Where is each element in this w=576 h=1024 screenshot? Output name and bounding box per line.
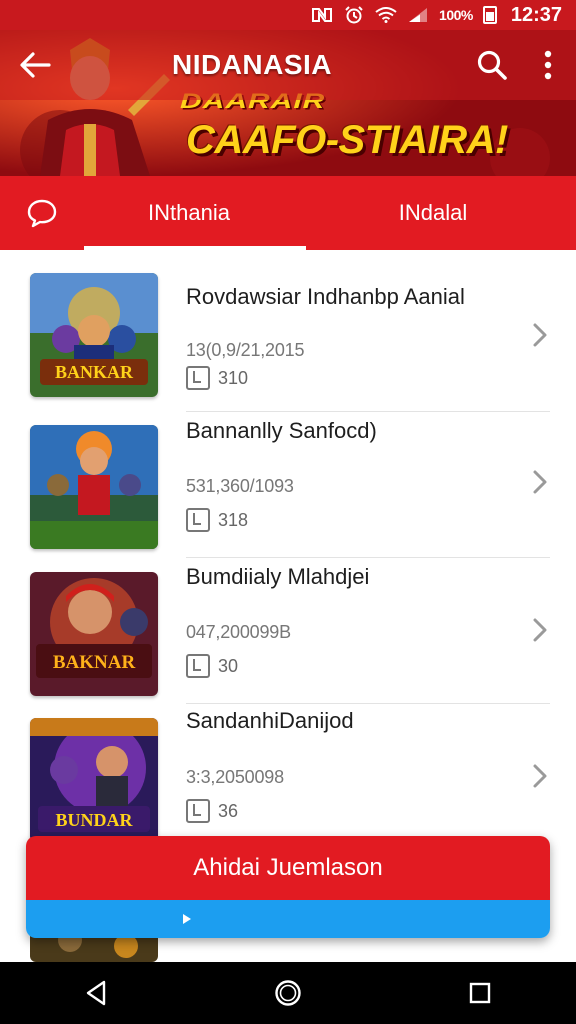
nav-home-button[interactable] <box>248 962 328 1024</box>
game-thumbnail: BAKNAR <box>30 572 158 696</box>
nav-back-button[interactable] <box>56 962 136 1024</box>
search-button[interactable] <box>464 30 520 100</box>
nfc-icon <box>311 7 333 23</box>
calendar-clock-icon <box>186 654 210 678</box>
calendar-clock-icon <box>186 799 210 823</box>
chevron-right-icon <box>533 618 547 642</box>
game-thumbnail: BANKAR <box>30 273 158 397</box>
back-button[interactable] <box>0 30 70 100</box>
more-options-button[interactable] <box>520 30 576 100</box>
thumbnail-caption: BANKAR <box>55 362 134 382</box>
signal-icon <box>407 7 429 23</box>
item-title: SandanhiDanijod <box>186 708 354 733</box>
tab-indalal[interactable]: INdalal <box>328 176 538 250</box>
search-icon <box>477 50 507 80</box>
list-item[interactable]: BAKNAR Bumdiialy Mlahdjei 047,200099B 30 <box>0 549 576 704</box>
play-icon <box>183 914 191 924</box>
alarm-icon <box>343 6 365 24</box>
item-date: 047,200099B <box>186 622 291 642</box>
item-count: 36 <box>218 800 239 821</box>
battery-percent: 100% <box>439 7 473 23</box>
item-stat: 310 <box>186 366 248 390</box>
nav-home-icon <box>275 980 301 1006</box>
system-nav-bar <box>0 962 576 1024</box>
item-count: 310 <box>218 367 249 388</box>
status-bar: 100% 12:37 <box>0 0 576 30</box>
item-title: Bumdiialy Mlahdjei <box>186 564 370 589</box>
list-item[interactable]: BUNDAR SandanhiDanijod 3:3,2050098 36 <box>0 695 576 842</box>
list-item[interactable]: Bannanlly Sanfocd) 531,360/1093 318 <box>0 402 576 558</box>
chat-button[interactable] <box>0 176 84 250</box>
calendar-clock-icon <box>186 366 210 390</box>
item-date: 531,360/1093 <box>186 476 294 496</box>
nav-recents-icon <box>469 982 491 1004</box>
tab-inthania[interactable]: INthania <box>84 176 294 250</box>
chevron-right-icon <box>533 323 547 347</box>
game-thumbnail: BUNDAR <box>30 718 158 842</box>
item-stat: 318 <box>186 508 248 532</box>
item-date: 13(0,9/21,2015 <box>186 340 305 360</box>
item-title: Rovdawsiar Indhanbp Aanial <box>186 284 465 309</box>
arrow-left-icon <box>20 52 51 78</box>
banner-headline: CAAFO-STIAIRA! <box>186 118 508 162</box>
nav-recents-button[interactable] <box>440 962 520 1024</box>
play-button[interactable] <box>26 900 550 938</box>
more-vert-icon <box>544 50 552 80</box>
item-stat: 36 <box>186 799 238 823</box>
clock: 12:37 <box>510 3 562 26</box>
item-stat: 30 <box>186 654 238 678</box>
chevron-right-icon <box>533 470 547 494</box>
app-toolbar: NIDANASIA <box>0 30 576 100</box>
battery-icon <box>482 6 497 24</box>
nav-back-icon <box>86 980 106 1006</box>
tab-bar: INthania INdalal <box>0 176 576 250</box>
chat-bubble-icon <box>27 199 57 228</box>
calendar-clock-icon <box>186 508 210 532</box>
list-item[interactable]: BANKAR Rovdawsiar Indhanbp Aanial 13(0,9… <box>0 250 576 412</box>
item-count: 318 <box>218 509 249 530</box>
action-card: Ahidai Juemlason <box>26 836 550 938</box>
item-count: 30 <box>218 655 239 676</box>
app-title: NIDANASIA <box>171 49 333 80</box>
hero-banner: DAARAIR CAAFO-STIAIRA! NIDANASIA <box>0 30 576 176</box>
item-title: Bannanlly Sanfocd) <box>186 418 377 443</box>
chevron-right-icon <box>533 764 547 788</box>
thumbnail-caption: BUNDAR <box>55 810 133 830</box>
wifi-icon <box>375 7 397 23</box>
game-thumbnail <box>30 425 158 549</box>
primary-action-button[interactable]: Ahidai Juemlason <box>26 836 550 900</box>
item-date: 3:3,2050098 <box>186 767 284 787</box>
thumbnail-caption: BAKNAR <box>53 652 136 673</box>
